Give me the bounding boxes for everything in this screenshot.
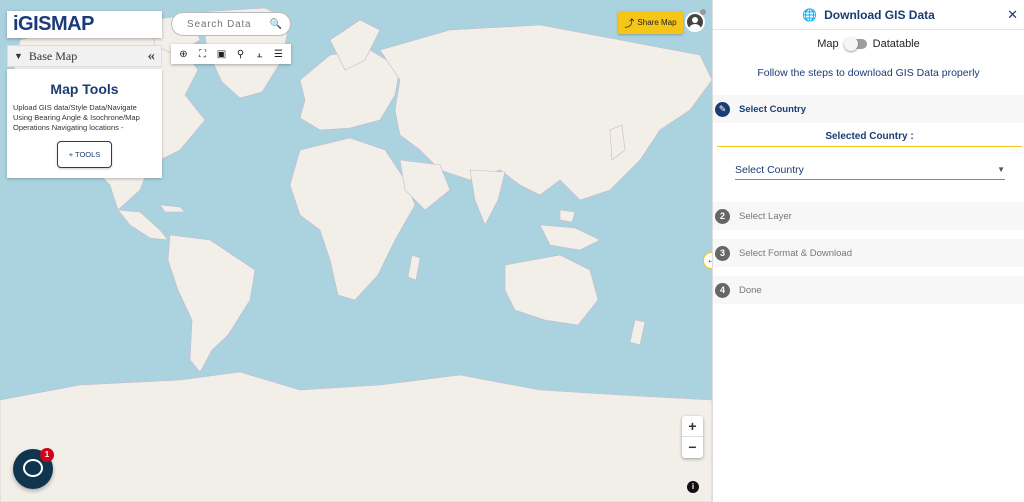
- close-icon[interactable]: ✕: [1007, 7, 1018, 23]
- map-tools-title: Map Tools: [50, 81, 119, 97]
- chat-unread-badge: 1: [40, 448, 54, 462]
- search-box[interactable]: 🔍: [171, 12, 291, 36]
- igismap-logo[interactable]: iGISMAP: [7, 11, 162, 38]
- step-label: Select Format & Download: [739, 247, 852, 259]
- panel-header: 🌐 Download GIS Data ✕: [713, 0, 1024, 30]
- edit-pencil-icon: ✎: [715, 101, 730, 117]
- selected-country-title: Selected Country :: [717, 131, 1022, 147]
- measure-icon[interactable]: ⫠: [252, 49, 268, 60]
- search-icon[interactable]: ⚲: [233, 49, 249, 60]
- zoom-in-button[interactable]: +: [682, 416, 703, 437]
- share-icon: ⤴: [624, 19, 635, 30]
- step-label: Select Layer: [739, 210, 792, 222]
- country-select[interactable]: Select Country ▼: [735, 160, 1005, 180]
- download-panel: 🌐 Download GIS Data ✕ Map Datatable Foll…: [712, 0, 1024, 502]
- chat-widget-button[interactable]: 1: [13, 448, 54, 489]
- step-label: Done: [739, 284, 762, 296]
- caret-down-icon: ▼: [14, 51, 23, 61]
- select-country-value: Select Country: [735, 163, 804, 176]
- search-icon[interactable]: 🔍: [270, 19, 282, 30]
- toggle-datatable-label: Datatable: [872, 38, 920, 50]
- dropdown-arrow-icon: ▼: [997, 165, 1005, 174]
- status-dot: [700, 9, 706, 15]
- step-number: 3: [715, 245, 730, 261]
- map-datatable-switch[interactable]: [843, 37, 867, 51]
- panel-title: Download GIS Data: [824, 7, 935, 22]
- step-select-country[interactable]: ✎ Select Country: [713, 95, 1024, 123]
- logo-text: iGISMAP: [13, 13, 94, 35]
- zoom-out-button[interactable]: −: [682, 437, 703, 458]
- chat-bubble-icon: [23, 459, 43, 477]
- info-icon[interactable]: i: [687, 481, 699, 493]
- step-select-format[interactable]: 3 Select Format & Download: [713, 239, 1024, 267]
- share-map-button[interactable]: ⤴ Share Map: [618, 11, 683, 34]
- globe-download-icon: 🌐: [802, 7, 818, 22]
- search-input[interactable]: [187, 18, 269, 30]
- step-label: Select Country: [739, 103, 807, 115]
- switch-knob: [843, 37, 858, 51]
- view-toggle: Map Datatable: [713, 37, 1024, 51]
- step-number: 2: [715, 208, 730, 224]
- map-toolbar: ⊕ ⛶ ▣ ⚲ ⫠ ☰: [171, 44, 291, 64]
- layers-icon[interactable]: ☰: [271, 49, 287, 60]
- share-map-label: Share Map: [637, 18, 677, 27]
- user-avatar: [687, 14, 703, 30]
- user-account-icon[interactable]: [685, 9, 706, 32]
- locate-icon[interactable]: ⊕: [176, 49, 192, 60]
- print-icon[interactable]: ▣: [214, 49, 230, 60]
- basemap-toggle[interactable]: ▼ Base Map «: [7, 45, 162, 67]
- basemap-label: Base Map: [28, 48, 78, 63]
- step-number: 4: [715, 282, 730, 298]
- map-tools-description: Upload GIS data/Style Data/Navigate Usin…: [13, 103, 140, 132]
- add-tools-button[interactable]: + TOOLS: [57, 141, 112, 168]
- instructions-text: Follow the steps to download GIS Data pr…: [757, 67, 980, 79]
- toggle-map-label: Map: [817, 38, 839, 50]
- step-select-layer[interactable]: 2 Select Layer: [713, 202, 1024, 230]
- zoom-control: + −: [682, 416, 703, 458]
- step-done[interactable]: 4 Done: [713, 276, 1024, 304]
- fullscreen-icon[interactable]: ⛶: [195, 49, 211, 60]
- double-chevron-left-icon[interactable]: «: [148, 48, 156, 65]
- map-view[interactable]: iGISMAP ▼ Base Map « Map Tools Upload GI…: [0, 0, 712, 502]
- map-tools-card: Map Tools Upload GIS data/Style Data/Nav…: [7, 69, 162, 178]
